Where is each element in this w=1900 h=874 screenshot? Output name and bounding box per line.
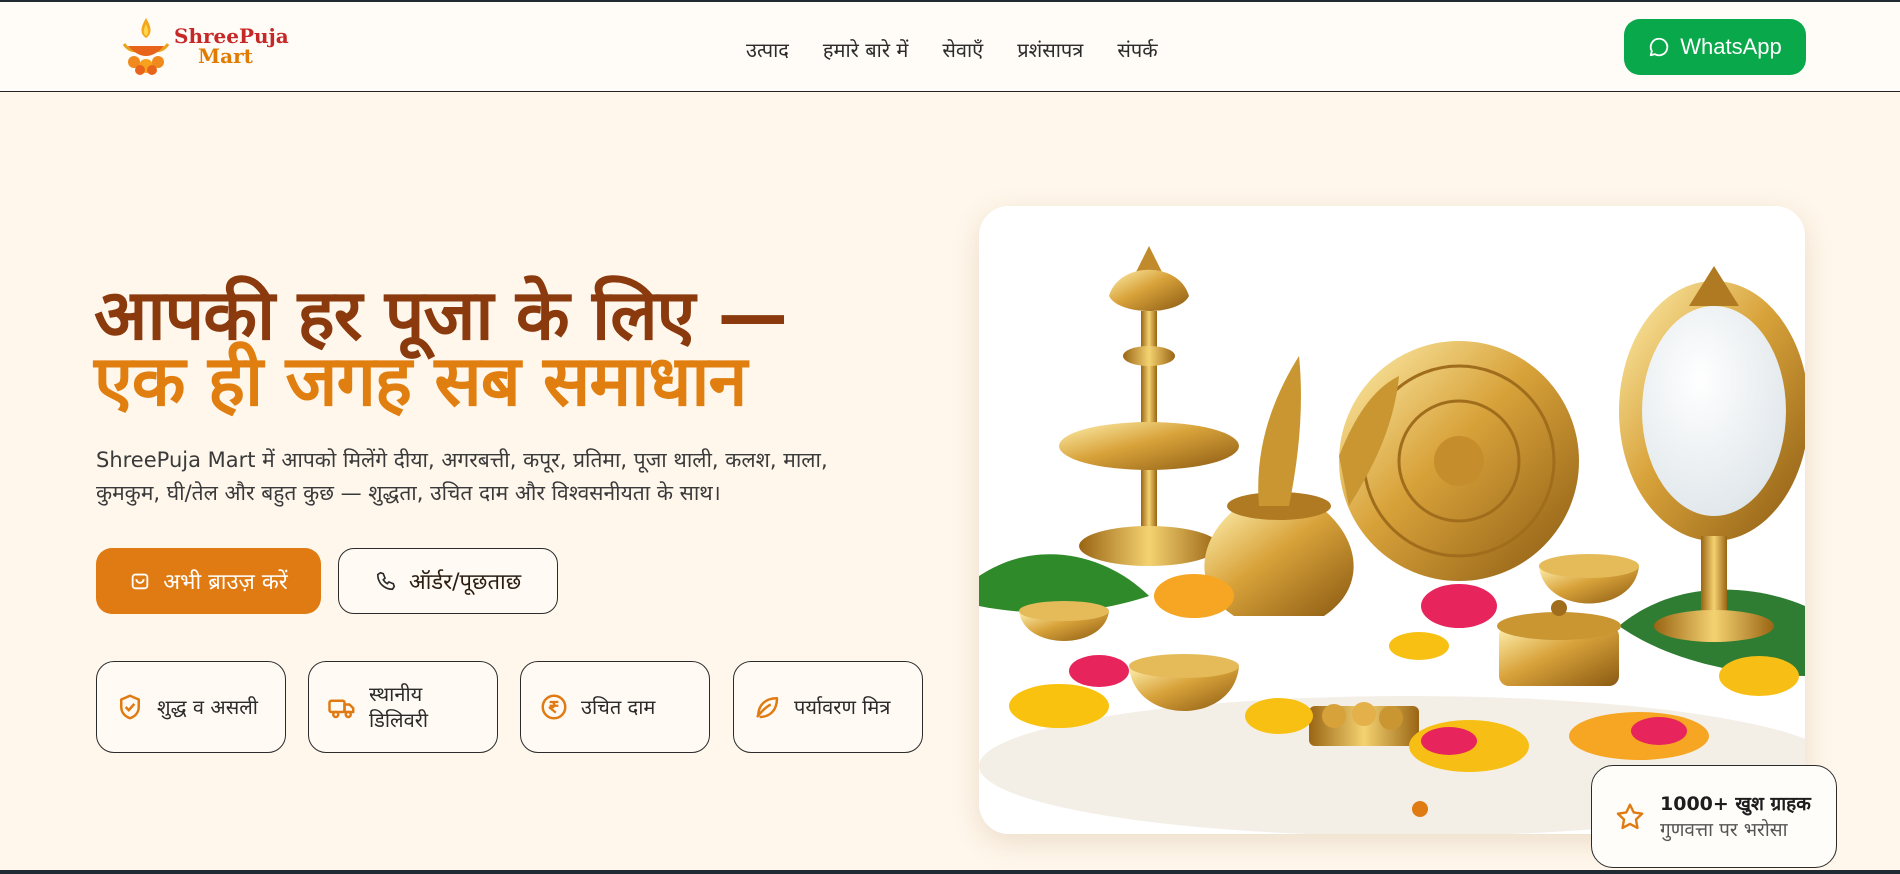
site-header: ShreePuja Mart उत्पाद हमारे बारे में सेव…: [0, 2, 1900, 92]
nav-item-products[interactable]: उत्पाद: [746, 36, 789, 63]
shield-check-icon: [120, 694, 140, 720]
customers-badge: 1000+ खुश ग्राहक गुणवत्ता पर भरोसा: [1591, 765, 1837, 868]
feature-label: स्थानीय डिलिवरी: [369, 682, 429, 732]
badge-subtitle: गुणवत्ता पर भरोसा: [1660, 818, 1788, 841]
order-enquiry-label: ऑर्डर/पूछताछ: [408, 570, 522, 595]
diya-lamp-icon: [122, 18, 170, 75]
brand-logo[interactable]: ShreePuja Mart: [118, 16, 289, 76]
feature-label: उचित दाम: [581, 695, 656, 719]
nav-item-services[interactable]: सेवाएँ: [942, 36, 983, 63]
nav-item-contact[interactable]: संपर्क: [1117, 36, 1157, 63]
whatsapp-label: WhatsApp: [1680, 34, 1782, 59]
rupee-icon: [541, 694, 567, 720]
carousel-dot-active[interactable]: [1412, 801, 1428, 817]
main-nav: उत्पाद हमारे बारे में सेवाएँ प्रशंसापत्र…: [746, 36, 1192, 63]
hero-image-card: [979, 206, 1805, 834]
feature-pure: शुद्ध व असली: [96, 661, 286, 753]
phone-icon: [376, 571, 395, 591]
hero-description: ShreePuja Mart में आपको मिलेंगे दीया, अग…: [96, 448, 828, 505]
shopping-bag-icon: [132, 573, 149, 590]
chat-bubble-icon: [1650, 37, 1669, 57]
bottom-border: [0, 870, 1900, 874]
brand-name-line2: Mart: [198, 44, 253, 68]
star-icon: [1616, 803, 1644, 829]
feature-delivery: स्थानीय डिलिवरी: [308, 661, 498, 753]
truck-icon: [328, 699, 355, 719]
brand-name-line1: ShreePuja: [174, 24, 289, 48]
feature-label: पर्यावरण मित्र: [794, 695, 891, 719]
feature-fair-price: उचित दाम: [520, 661, 710, 753]
nav-item-about[interactable]: हमारे बारे में: [823, 36, 908, 63]
nav-item-testimonials[interactable]: प्रशंसापत्र: [1017, 36, 1083, 63]
order-enquiry-button[interactable]: ऑर्डर/पूछताछ: [338, 548, 558, 614]
hero-title-line2: एक ही जगह सब समाधान: [94, 340, 747, 422]
feature-eco-friendly: पर्यावरण मित्र: [733, 661, 923, 753]
brass-puja-items-image: [979, 206, 1805, 834]
feature-label: शुद्ध व असली: [157, 695, 258, 719]
leaf-icon: [756, 697, 779, 719]
hero-title: आपकी हर पूजा के लिए — एक ही जगह सब समाधा…: [94, 274, 914, 422]
hero-title-line1: आपकी हर पूजा के लिए —: [94, 274, 788, 356]
badge-title: 1000+ खुश ग्राहक: [1660, 792, 1811, 815]
browse-now-label: अभी ब्राउज़ करें: [163, 570, 288, 595]
browse-now-button[interactable]: अभी ब्राउज़ करें: [96, 548, 321, 614]
whatsapp-button[interactable]: WhatsApp: [1624, 19, 1806, 75]
